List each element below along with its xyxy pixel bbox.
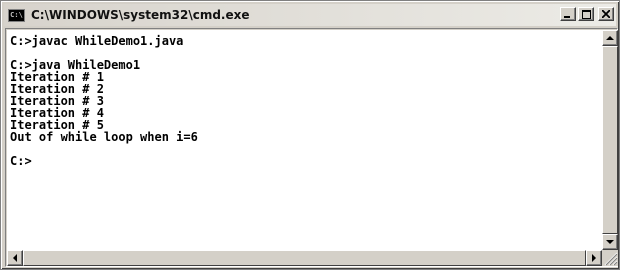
maximize-icon	[581, 9, 591, 19]
console-client-area: C:>javac WhileDemo1.java C:>java WhileDe…	[5, 28, 618, 267]
scroll-up-button[interactable]	[602, 30, 618, 46]
vertical-scrollbar[interactable]	[602, 30, 618, 250]
window-title: C:\WINDOWS\system32\cmd.exe	[31, 8, 250, 22]
maximize-button[interactable]	[578, 7, 594, 21]
arrow-up-icon	[606, 35, 614, 40]
scroll-right-button[interactable]	[586, 250, 602, 266]
console-lines: C:>javac WhileDemo1.java C:>java WhileDe…	[10, 35, 198, 167]
vertical-scroll-thumb[interactable]	[602, 46, 618, 234]
cmd-window: C:\ C:\WINDOWS\system32\cmd.exe C:>javac…	[0, 0, 620, 270]
console-line: Out of while loop when i=6	[10, 130, 198, 144]
scroll-down-button[interactable]	[602, 234, 618, 250]
horizontal-scroll-thumb[interactable]	[23, 250, 586, 266]
minimize-icon	[564, 16, 570, 18]
window-controls	[560, 7, 614, 21]
console-icon-label: C:\	[10, 10, 23, 19]
minimize-button[interactable]	[560, 7, 576, 21]
horizontal-scrollbar[interactable]	[7, 250, 602, 266]
scroll-left-button[interactable]	[7, 250, 23, 266]
console-output[interactable]: C:>javac WhileDemo1.java C:>java WhileDe…	[7, 30, 602, 250]
console-line: C:>	[10, 154, 32, 168]
arrow-right-icon	[591, 254, 596, 262]
console-icon[interactable]: C:\	[8, 8, 25, 22]
close-icon	[602, 10, 610, 18]
resize-grip[interactable]	[602, 250, 618, 266]
arrow-left-icon	[12, 254, 17, 262]
title-bar[interactable]: C:\ C:\WINDOWS\system32\cmd.exe	[4, 4, 616, 26]
arrow-down-icon	[606, 239, 614, 244]
close-button[interactable]	[598, 7, 614, 21]
resize-grip-icon	[604, 252, 618, 266]
console-line: C:>javac WhileDemo1.java	[10, 34, 184, 48]
